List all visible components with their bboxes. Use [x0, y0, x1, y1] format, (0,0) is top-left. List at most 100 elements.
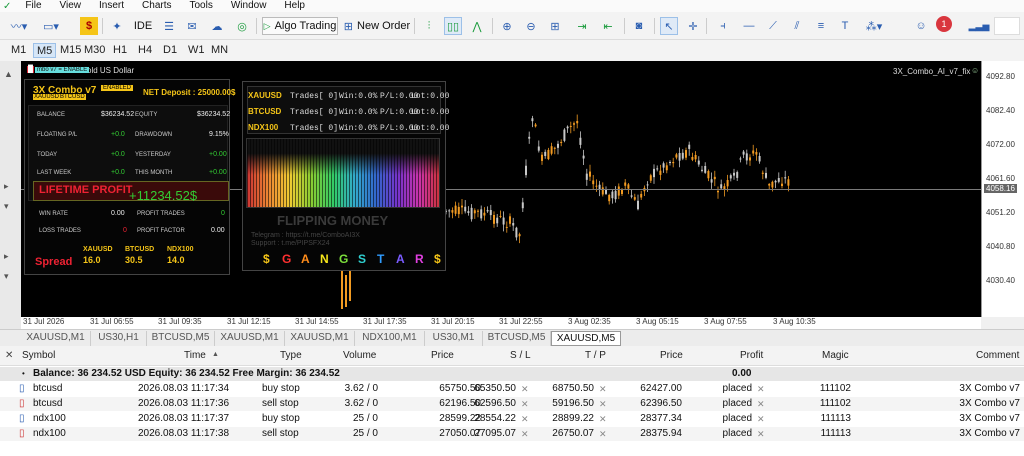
col-type[interactable]: Type — [280, 348, 302, 364]
chart-tab[interactable]: XAUUSD,M1 — [21, 331, 91, 346]
algo-trading-button[interactable]: ▷ Algo Trading — [262, 17, 338, 35]
tf-mn[interactable]: MN — [208, 43, 231, 58]
tf-d1[interactable]: D1 — [160, 43, 180, 58]
database-icon[interactable]: ☰ — [160, 17, 178, 35]
remove-profit-icon[interactable]: ✕ — [757, 412, 765, 426]
remove-profit-icon[interactable]: ✕ — [757, 382, 765, 396]
remove-tp-icon[interactable]: ✕ — [599, 382, 607, 396]
remove-profit-icon[interactable]: ✕ — [757, 397, 765, 411]
chart-tab[interactable]: BTCUSD,M5 — [147, 331, 215, 346]
toolbox-close-icon[interactable]: ✕ — [5, 350, 13, 361]
cursor-icon[interactable]: ↖ — [660, 17, 678, 35]
vertical-line-icon[interactable]: ⫞ — [714, 17, 732, 35]
menu-insert[interactable]: Insert — [90, 0, 133, 12]
shapes-icon[interactable]: ⁂▾ — [860, 17, 888, 35]
col-symbol[interactable]: Symbol — [22, 348, 55, 364]
remove-sl-icon[interactable]: ✕ — [521, 382, 529, 396]
tf-h1[interactable]: H1 — [110, 43, 130, 58]
chart-tab[interactable]: BTCUSD,M5 — [483, 331, 551, 346]
expand-icon[interactable]: ▸ — [4, 181, 9, 192]
trend-line-icon[interactable]: ⟋ — [764, 17, 782, 35]
sym-win-xauusd: Win:0.0% — [339, 92, 378, 101]
remove-tp-icon[interactable]: ✕ — [599, 427, 607, 441]
tf-m1[interactable]: M1 — [8, 43, 29, 58]
col-volume[interactable]: Volume — [343, 348, 376, 364]
tf-w1[interactable]: W1 — [185, 43, 208, 58]
chart-tab[interactable]: XAUUSD,M1 — [285, 331, 355, 346]
remove-tp-icon[interactable]: ✕ — [599, 412, 607, 426]
remove-sl-icon[interactable]: ✕ — [521, 412, 529, 426]
ide-button[interactable]: IDE — [132, 17, 154, 35]
scroll-down-icon[interactable]: ▾ — [4, 201, 9, 212]
table-row[interactable]: ▯ ndx100 2026.08.03 11:17:38 sell stop 25 / … — [0, 427, 1024, 441]
auto-scroll-icon[interactable]: ⇥ — [572, 17, 592, 35]
col-price[interactable]: Price — [431, 348, 454, 364]
chart-tab[interactable]: US30,H1 — [91, 331, 147, 346]
screenshot-icon[interactable]: ◙ — [630, 17, 648, 35]
zoom-out-icon[interactable]: ⊖ — [522, 17, 540, 35]
col-current-price[interactable]: Price — [660, 348, 683, 364]
support-link[interactable]: Support : t.me/PIPSFX24 — [251, 240, 330, 247]
notification-badge[interactable]: 1 — [936, 16, 952, 32]
horizontal-line-icon[interactable]: — — [740, 17, 758, 35]
telegram-link[interactable]: Telegram : https://t.me/ComboAI3X — [251, 232, 360, 239]
table-row[interactable]: ▯ btcusd 2026.08.03 11:17:36 sell stop 3.62 … — [0, 397, 1024, 411]
tile-windows-icon[interactable]: ⊞ — [546, 17, 564, 35]
expand-icon-2[interactable]: ▸ — [4, 251, 9, 262]
account-icon[interactable]: ☺ — [912, 17, 930, 35]
tf-h4[interactable]: H4 — [135, 43, 155, 58]
navigator-icon[interactable]: ✦ — [108, 17, 126, 35]
remove-tp-icon[interactable]: ✕ — [599, 397, 607, 411]
chart-tab[interactable]: NDX100,M1 — [355, 331, 425, 346]
remove-profit-icon[interactable]: ✕ — [757, 427, 765, 441]
chart-tab[interactable]: XAUUSD,M1 — [215, 331, 285, 346]
col-tp[interactable]: T / P — [585, 348, 606, 364]
new-order-button[interactable]: ⊞ New Order — [343, 17, 411, 35]
menu-window[interactable]: Window — [222, 0, 276, 12]
table-row[interactable]: ▯ ndx100 2026.08.03 11:17:37 buy stop 25 / 0… — [0, 412, 1024, 426]
search-field[interactable] — [994, 17, 1020, 35]
fibonacci-icon[interactable]: ≡ — [812, 17, 830, 35]
text-icon[interactable]: T — [836, 17, 854, 35]
chart-tab-selected[interactable]: XAUUSD,M5 — [551, 331, 621, 346]
cell-comment: 3X Combo v7 — [959, 398, 1020, 409]
candlestick-icon[interactable]: ▯▯ — [444, 17, 462, 35]
channel-icon[interactable]: ⫽ — [788, 17, 806, 35]
price-scale[interactable]: 4092.80 4082.40 4072.00 4061.60 4058.16 … — [981, 61, 1024, 317]
signals-icon[interactable]: ◎ — [233, 17, 251, 35]
zoom-in-icon[interactable]: ⊕ — [498, 17, 516, 35]
tf-m5[interactable]: M5 — [33, 43, 57, 58]
market-watch-icon[interactable]: $ — [80, 17, 98, 35]
chart-type-icon[interactable]: 〰▾ — [6, 17, 32, 35]
price-chart[interactable]: old US Dollar 3X_Combo_AI_v7_fix ☺ █ mbo… — [21, 61, 981, 317]
bar-chart-icon[interactable]: ⫶ — [420, 17, 438, 35]
collapse-down-icon[interactable]: ▾ — [4, 271, 9, 282]
col-magic[interactable]: Magic — [822, 348, 849, 364]
remove-sl-icon[interactable]: ✕ — [521, 427, 529, 441]
line-chart-icon[interactable]: ⋀ — [468, 17, 486, 35]
col-sl[interactable]: S / L — [510, 348, 531, 364]
cell-symbol: btcusd — [33, 383, 63, 394]
chart-tab[interactable]: US30,M1 — [425, 331, 483, 346]
menu-charts[interactable]: Charts — [133, 0, 180, 12]
wifi-icon[interactable]: ▂▃▅ — [969, 17, 990, 35]
col-time[interactable]: Time — [184, 348, 206, 364]
col-comment[interactable]: Comment — [976, 348, 1019, 364]
collapse-up-icon[interactable]: ▲ — [4, 69, 13, 79]
chart-settings-icon[interactable]: ▭▾ — [38, 17, 64, 35]
remove-sl-icon[interactable]: ✕ — [521, 397, 529, 411]
menu-tools[interactable]: Tools — [180, 0, 221, 12]
tf-m30[interactable]: M30 — [81, 43, 108, 58]
menu-file[interactable]: File — [16, 0, 50, 12]
menu-help[interactable]: Help — [275, 0, 314, 12]
candle-body — [665, 165, 668, 171]
losstrades-value: 0 — [123, 227, 127, 234]
chart-shift-icon[interactable]: ⇤ — [598, 17, 618, 35]
time-scale[interactable]: 31 Jul 2026 31 Jul 06:55 31 Jul 09:35 31… — [21, 317, 981, 329]
col-profit[interactable]: Profit — [740, 348, 763, 364]
menu-view[interactable]: View — [51, 0, 91, 12]
crosshair-icon[interactable]: ✛ — [684, 17, 702, 35]
mail-icon[interactable]: ✉ — [183, 17, 201, 35]
table-row[interactable]: ▯ btcusd 2026.08.03 11:17:34 buy stop 3.62 /… — [0, 382, 1024, 396]
cloud-icon[interactable]: ☁ — [208, 17, 226, 35]
